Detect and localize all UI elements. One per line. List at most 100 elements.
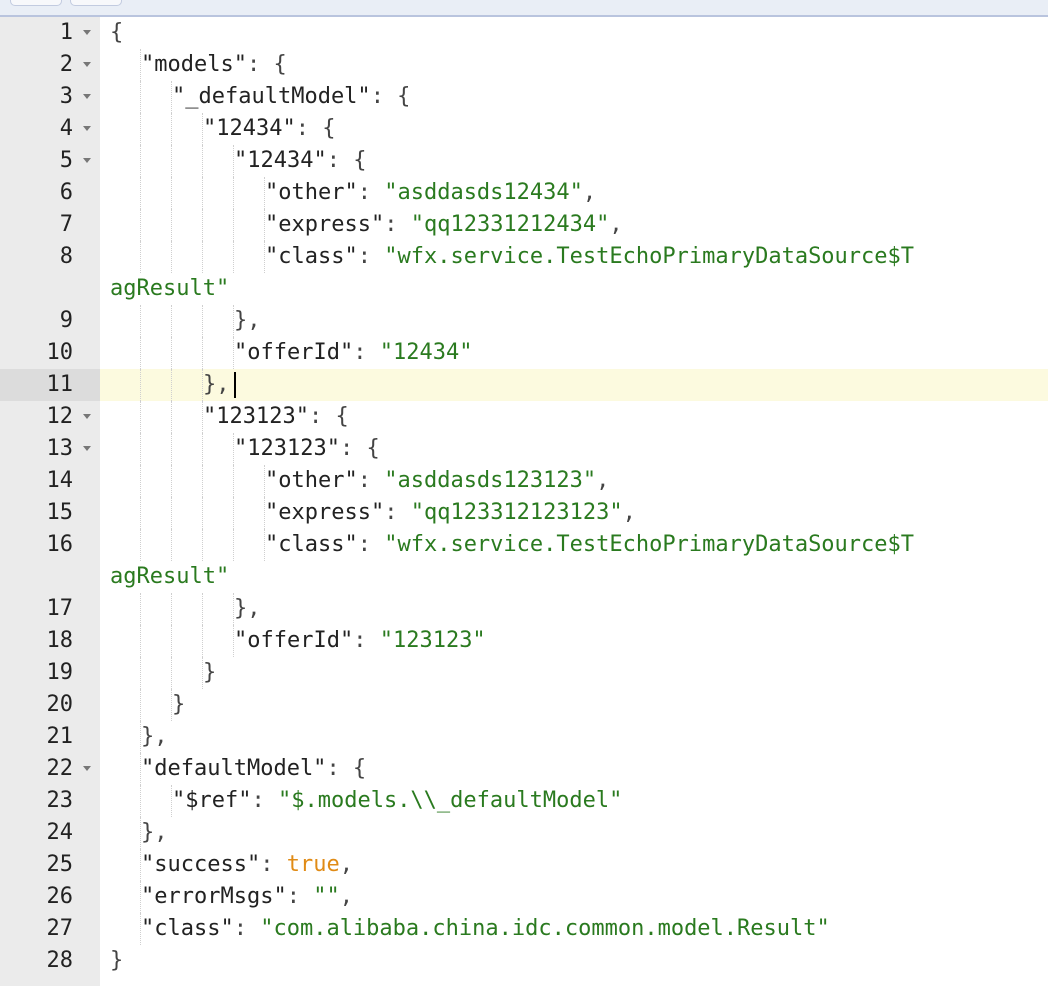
code-content[interactable]: "offerId": "12434" [100,337,1048,369]
json-string: "123123" [379,628,486,653]
indent-guide [171,369,172,401]
indent-guide [202,529,203,561]
fold-arrow-icon[interactable] [83,414,91,419]
code-content[interactable]: } [100,657,1048,689]
code-line[interactable]: 1{ [0,17,1048,49]
code-content[interactable]: }, [100,817,1048,849]
code-line[interactable]: 6 "other": "asddasds12434", [0,177,1048,209]
json-key: "12434" [203,116,296,141]
indent-guide [171,625,172,657]
code-line[interactable]: 9}, [0,305,1048,337]
code-line[interactable]: 18 "offerId": "123123" [0,625,1048,657]
line-number: 17 [46,596,74,621]
code-content[interactable]: } [100,945,1048,977]
code-text: }, [234,305,261,337]
code-line[interactable]: 11}, [0,369,1048,401]
code-line[interactable]: 24}, [0,817,1048,849]
code-content[interactable]: "express": "qq123312123123", [100,497,1048,529]
fold-arrow-icon[interactable] [83,94,91,99]
code-line[interactable]: 25 "success": true, [0,849,1048,881]
indent-guide [140,113,141,145]
code-content[interactable]: "123123": { [100,401,1048,433]
fold-arrow-icon[interactable] [83,766,91,771]
fold-arrow-icon[interactable] [83,30,91,35]
gutter-cell: 26 [0,881,100,913]
code-content[interactable]: "class": "wfx.service.TestEchoPrimaryDat… [100,241,1048,305]
text-cursor [233,372,236,398]
indent-guide [171,529,172,561]
code-content[interactable]: "$ref": "$.models.\\_defaultModel" [100,785,1048,817]
code-line[interactable]: 26 "errorMsgs": "", [0,881,1048,913]
code-line[interactable]: 3 "_defaultModel": { [0,81,1048,113]
code-content[interactable]: }, [100,369,1048,401]
code-content[interactable]: "_defaultModel": { [100,81,1048,113]
code-line[interactable]: 10 "offerId": "12434" [0,337,1048,369]
gutter-cell: 19 [0,657,100,689]
indent-guide [233,465,234,497]
code-content[interactable]: "other": "asddasds12434", [100,177,1048,209]
code-content[interactable]: }, [100,305,1048,337]
code-line[interactable]: 22 "defaultModel": { [0,753,1048,785]
code-line[interactable]: 13 "123123": { [0,433,1048,465]
line-number: 12 [46,404,74,429]
code-line[interactable]: 27 "class": "com.alibaba.china.idc.common… [0,913,1048,945]
code-content[interactable]: "12434": { [100,145,1048,177]
code-line[interactable]: 28} [0,945,1048,977]
code-line[interactable]: 15 "express": "qq123312123123", [0,497,1048,529]
code-line[interactable]: 19} [0,657,1048,689]
code-content[interactable]: }, [100,721,1048,753]
json-key: "12434" [234,148,327,173]
code-line[interactable]: 23 "$ref": "$.models.\\_defaultModel" [0,785,1048,817]
code-text: "_defaultModel": { [172,81,410,113]
code-content[interactable]: "123123": { [100,433,1048,465]
code-content[interactable]: "defaultModel": { [100,753,1048,785]
code-content[interactable]: "errorMsgs": "", [100,881,1048,913]
code-line[interactable]: 16 "class": "wfx.service.TestEchoPrimaryD… [0,529,1048,593]
code-content[interactable]: "other": "asddasds123123", [100,465,1048,497]
fold-arrow-icon[interactable] [83,446,91,451]
code-content[interactable]: } [100,689,1048,721]
gutter-cell: 27 [0,913,100,945]
gutter-cell: 8 [0,241,100,273]
code-lines[interactable]: 1{2 "models": {3 "_defaultModel": {4 "12434… [0,17,1048,977]
code-text: { [110,17,123,49]
toolbar-button[interactable] [10,0,62,6]
json-punctuation: : { [295,116,336,141]
code-line[interactable]: 12 "123123": { [0,401,1048,433]
indent-guide [140,305,141,337]
toolbar-button[interactable] [70,0,122,6]
indent-guide [171,209,172,241]
code-content[interactable]: "class": "com.alibaba.china.idc.common.m… [100,913,1048,945]
code-content[interactable]: "12434": { [100,113,1048,145]
indent-guide [140,433,141,465]
code-content[interactable]: "offerId": "123123" [100,625,1048,657]
json-punctuation: }, [234,596,261,621]
code-content[interactable]: "class": "wfx.service.TestEchoPrimaryDat… [100,529,1048,593]
code-line[interactable]: 7 "express": "qq12331212434", [0,209,1048,241]
code-line[interactable]: 8 "class": "wfx.service.TestEchoPrimaryDa… [0,241,1048,305]
code-content[interactable]: "models": { [100,49,1048,81]
json-code-editor[interactable]: 1{2 "models": {3 "_defaultModel": {4 "12434… [0,0,1048,986]
fold-arrow-icon[interactable] [83,158,91,163]
code-text: "12434": { [203,113,335,145]
indent-guide [233,241,234,273]
code-line[interactable]: 21}, [0,721,1048,753]
code-line[interactable]: 2 "models": { [0,49,1048,81]
indent-guide [171,401,172,433]
fold-arrow-icon[interactable] [83,62,91,67]
code-line[interactable]: 4 "12434": { [0,113,1048,145]
code-text: "class": "wfx.service.TestEchoPrimaryDat… [265,529,914,561]
code-text: "errorMsgs": "", [141,881,353,913]
line-number: 18 [46,628,74,653]
code-line[interactable]: 14 "other": "asddasds123123", [0,465,1048,497]
code-line[interactable]: 5 "12434": { [0,145,1048,177]
code-content[interactable]: }, [100,593,1048,625]
code-content[interactable]: { [100,17,1048,49]
code-content[interactable]: "success": true, [100,849,1048,881]
code-line[interactable]: 17}, [0,593,1048,625]
json-string: "asddasds123123" [384,468,597,493]
indent-guide [202,625,203,657]
fold-arrow-icon[interactable] [83,126,91,131]
code-content[interactable]: "express": "qq12331212434", [100,209,1048,241]
code-line[interactable]: 20} [0,689,1048,721]
